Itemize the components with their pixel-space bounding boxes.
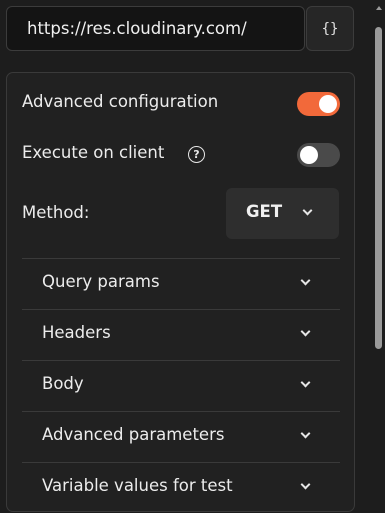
section-label: Variable values for test bbox=[42, 476, 233, 495]
section-body[interactable]: Body bbox=[22, 360, 340, 411]
toggle-knob bbox=[300, 146, 318, 164]
section-variable-values-for-test[interactable]: Variable values for test bbox=[22, 462, 340, 513]
execute-on-client-toggle[interactable] bbox=[297, 143, 340, 167]
execute-on-client-label: Execute on client bbox=[22, 143, 165, 162]
section-label: Query params bbox=[42, 272, 160, 291]
method-select[interactable]: GET bbox=[226, 188, 339, 239]
advanced-configuration-toggle[interactable] bbox=[297, 92, 340, 116]
config-panel: Advanced configuration Execute on client… bbox=[6, 72, 355, 512]
section-label: Headers bbox=[42, 323, 111, 342]
code-braces-button[interactable]: {} bbox=[306, 6, 354, 51]
advanced-configuration-label: Advanced configuration bbox=[22, 92, 219, 111]
scroll-up-arrow-icon[interactable] bbox=[376, 6, 382, 10]
chevron-down-icon bbox=[300, 326, 311, 337]
chevron-down-icon bbox=[302, 205, 313, 216]
question-circle-icon[interactable]: ? bbox=[188, 146, 205, 163]
chevron-down-icon bbox=[300, 428, 311, 439]
section-label: Body bbox=[42, 374, 84, 393]
section-label: Advanced parameters bbox=[42, 425, 225, 444]
chevron-down-icon bbox=[300, 377, 311, 388]
section-headers[interactable]: Headers bbox=[22, 309, 340, 360]
chevron-down-icon bbox=[300, 479, 311, 490]
code-braces-icon: {} bbox=[321, 20, 339, 37]
url-input[interactable]: https://res.cloudinary.com/ bbox=[6, 6, 305, 51]
scrollbar[interactable] bbox=[372, 0, 385, 496]
section-query-params[interactable]: Query params bbox=[22, 258, 340, 309]
toggle-knob bbox=[319, 95, 337, 113]
section-advanced-parameters[interactable]: Advanced parameters bbox=[22, 411, 340, 462]
method-label: Method: bbox=[22, 203, 90, 222]
method-value: GET bbox=[246, 202, 283, 221]
chevron-down-icon bbox=[300, 275, 311, 286]
scrollbar-thumb[interactable] bbox=[375, 27, 382, 349]
